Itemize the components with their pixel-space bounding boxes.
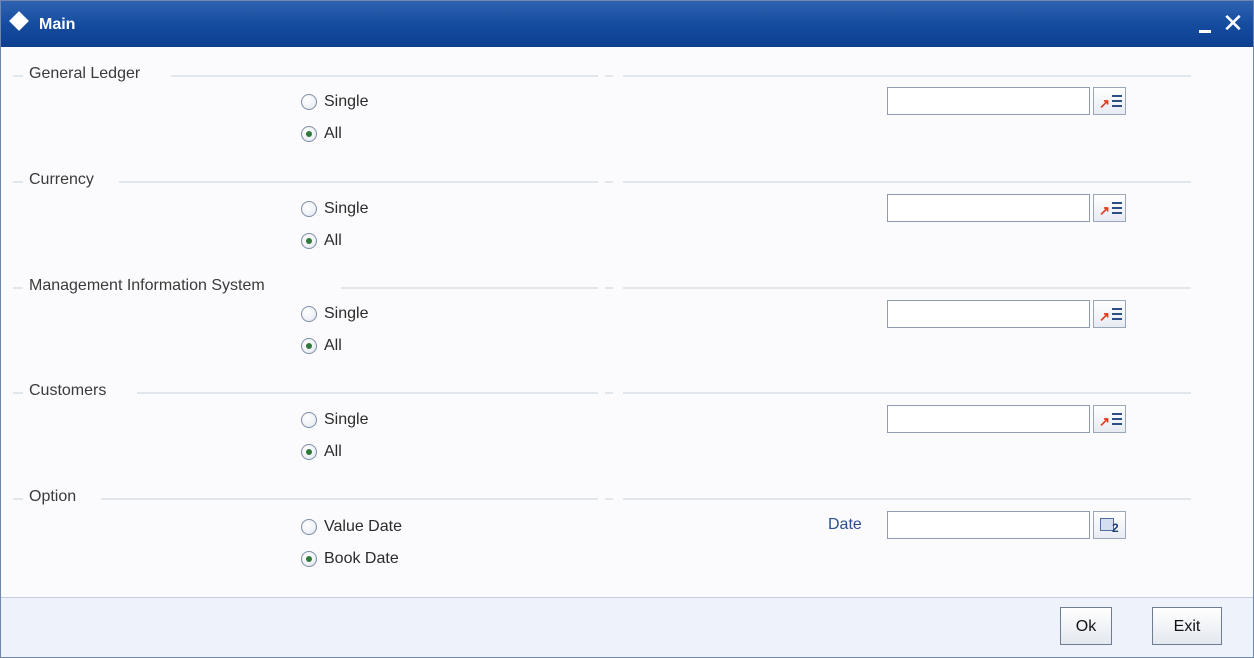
radio-button[interactable] [301,519,317,535]
radio-currency-single[interactable]: Single [301,198,368,220]
calendar-button[interactable]: 2 [1093,511,1126,539]
title-bar: Main ✕ [1,1,1253,47]
app-diamond-icon [9,11,29,31]
radio-button[interactable] [301,412,317,428]
section-title-customers: Customers [29,382,111,400]
list-icon [1112,413,1122,428]
radio-button[interactable] [301,338,317,354]
section-title-general-ledger: General Ledger [29,65,145,83]
section-divider [605,392,613,394]
gl-code-input[interactable] [887,87,1090,115]
section-divider [605,498,613,500]
radio-button[interactable] [301,444,317,460]
list-icon [1112,308,1122,323]
radio-gl-all[interactable]: All [301,123,342,145]
radio-label: All [324,443,342,460]
radio-label: All [324,337,342,354]
radio-currency-all[interactable]: All [301,230,342,252]
lov-arrow-icon: ↗ [1099,414,1110,429]
section-title-currency: Currency [29,171,98,189]
section-divider [119,181,598,183]
section-title-mis: Management Information System [29,277,269,295]
radio-book-date[interactable]: Book Date [301,548,399,570]
date-label: Date [828,516,862,533]
section-divider [341,287,598,289]
radio-button[interactable] [301,306,317,322]
minimize-icon[interactable] [1199,30,1211,33]
lov-arrow-icon: ↗ [1099,309,1110,324]
radio-button[interactable] [301,233,317,249]
mis-lov-button[interactable]: ↗ [1093,300,1126,328]
exit-button[interactable]: Exit [1152,607,1222,645]
radio-label: Single [324,93,369,110]
section-divider [623,287,1191,289]
gl-lov-button[interactable]: ↗ [1093,87,1126,115]
currency-lov-button[interactable]: ↗ [1093,194,1126,222]
section-divider [171,75,598,77]
radio-customers-single[interactable]: Single [301,409,368,431]
section-divider [623,75,1191,77]
radio-label: All [324,232,342,249]
section-divider [13,392,23,394]
section-title-option: Option [29,488,81,506]
customer-input[interactable] [887,405,1090,433]
section-divider [13,287,23,289]
radio-label: Single [324,305,369,322]
section-divider [13,181,23,183]
section-divider [605,287,613,289]
radio-button[interactable] [301,126,317,142]
radio-label: Single [324,411,369,428]
mis-input[interactable] [887,300,1090,328]
section-divider [101,498,598,500]
radio-label: Book Date [324,550,399,567]
section-divider [623,392,1191,394]
section-divider [605,75,613,77]
close-icon[interactable]: ✕ [1219,9,1247,37]
radio-button[interactable] [301,94,317,110]
radio-label: Single [324,200,369,217]
calendar-day: 2 [1112,521,1119,535]
radio-gl-single[interactable]: Single [301,91,368,113]
section-divider [137,392,598,394]
list-icon [1112,95,1122,110]
customer-lov-button[interactable]: ↗ [1093,405,1126,433]
lov-arrow-icon: ↗ [1099,96,1110,111]
currency-input[interactable] [887,194,1090,222]
section-divider [605,181,613,183]
radio-mis-single[interactable]: Single [301,303,368,325]
radio-label: Value Date [324,518,402,535]
radio-label: All [324,125,342,142]
section-divider [13,498,23,500]
window-title: Main [39,16,76,33]
main-dialog: Main ✕ General Ledger Single All ↗ Curre… [0,0,1254,658]
radio-mis-all[interactable]: All [301,335,342,357]
radio-customers-all[interactable]: All [301,441,342,463]
section-divider [623,498,1191,500]
lov-arrow-icon: ↗ [1099,203,1110,218]
radio-button[interactable] [301,551,317,567]
date-input[interactable] [887,511,1090,539]
section-divider [623,181,1191,183]
section-divider [13,75,23,77]
radio-value-date[interactable]: Value Date [301,516,402,538]
ok-button[interactable]: Ok [1060,607,1112,645]
list-icon [1112,202,1122,217]
radio-button[interactable] [301,201,317,217]
